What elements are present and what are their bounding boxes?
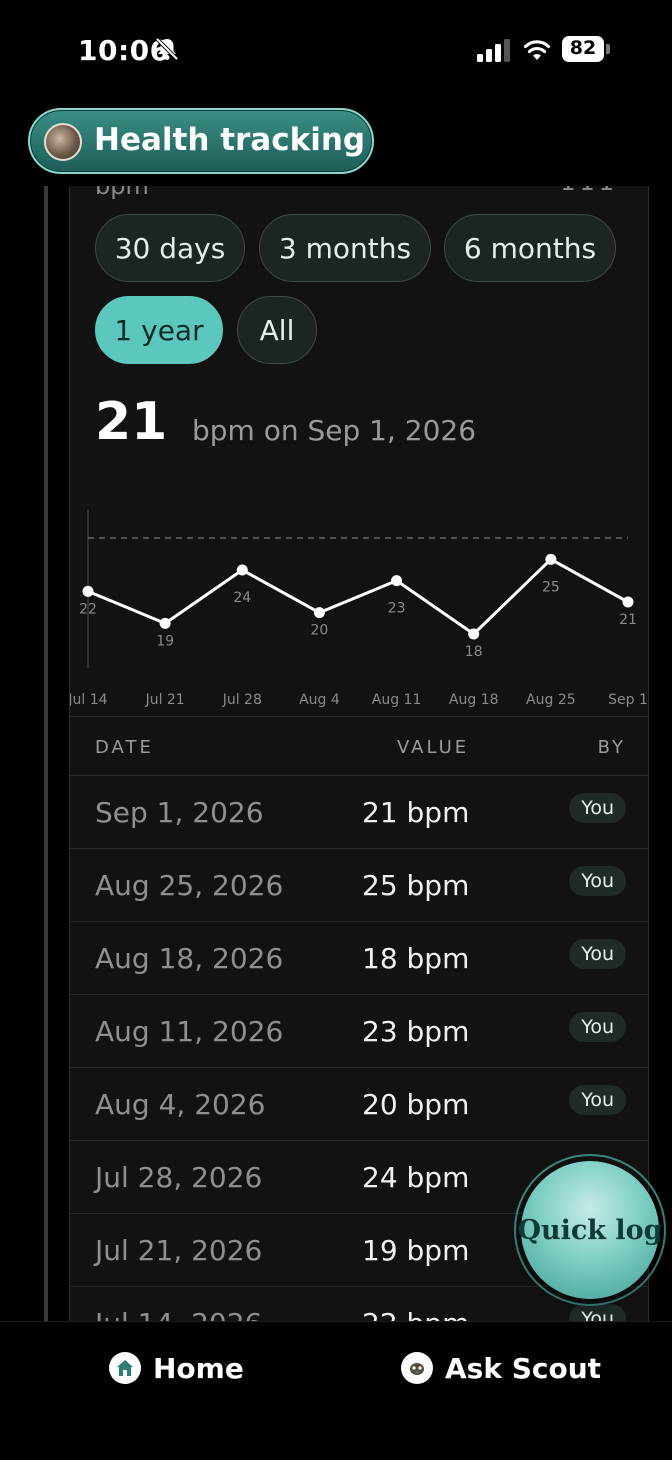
row-value: 23 bpm [362, 1015, 470, 1048]
quick-log-label: Quick log [517, 1214, 663, 1246]
data-point [468, 628, 480, 640]
bell-muted-icon [155, 37, 179, 61]
data-label: 23 [388, 601, 406, 617]
row-value: 18 bpm [362, 942, 470, 975]
table-row[interactable]: Aug 11, 2026 23 bpm You [70, 995, 648, 1068]
row-value: 19 bpm [362, 1234, 470, 1267]
wifi-icon [523, 40, 551, 60]
row-value: 21 bpm [362, 796, 470, 829]
data-point [159, 617, 171, 629]
range-label: 30 days [114, 231, 226, 265]
row-by-badge: You [569, 1012, 626, 1042]
battery-level: 82 [569, 37, 597, 59]
range-label: All [259, 313, 295, 347]
header-by: BY [597, 737, 626, 758]
range-all-button[interactable]: All [237, 296, 317, 364]
data-label: 24 [233, 590, 251, 606]
data-label: 20 [311, 623, 329, 639]
row-by-badge: You [569, 939, 626, 969]
x-tick-label: Jul 28 [222, 692, 262, 708]
quick-log-button[interactable]: Quick log [517, 1161, 663, 1299]
clipped-unit-label: bpm [95, 186, 149, 200]
clipped-value: 111 [560, 186, 618, 196]
range-3-months-button[interactable]: 3 months [259, 214, 431, 282]
x-tick-label: Aug 4 [299, 692, 340, 708]
row-by-badge: You [569, 793, 626, 823]
x-tick-label: Jul 21 [145, 692, 185, 708]
status-bar: 10:06 82 [0, 0, 672, 100]
header-date: DATE [95, 737, 154, 758]
row-date: Jul 14, 2026 [95, 1307, 262, 1321]
row-value: 25 bpm [362, 869, 470, 902]
nav-ask-scout[interactable]: Ask Scout [401, 1348, 601, 1388]
metric-card: bpm 111 30 days 3 months 6 months 1 year… [69, 186, 649, 1321]
pet-avatar [44, 123, 82, 161]
trend-chart: 22 19 24 20 23 18 25 21 Jul 14 Jul 21 Jul 28 Aug 4 A… [70, 510, 648, 708]
data-point [236, 564, 248, 576]
data-point [622, 596, 634, 608]
table-row[interactable]: Aug 4, 2026 20 bpm You [70, 1068, 648, 1141]
x-tick-label: Aug 18 [449, 692, 499, 708]
scroll-frame-line [44, 186, 48, 1321]
row-by-badge: You [569, 866, 626, 896]
row-value: 22 bpm [362, 1307, 469, 1321]
row-date: Aug 4, 2026 [95, 1088, 266, 1121]
signal-icon [477, 39, 510, 62]
data-point [391, 575, 403, 587]
range-label: 6 months [463, 231, 597, 265]
range-30-days-button[interactable]: 30 days [95, 214, 245, 282]
row-date: Aug 25, 2026 [95, 869, 284, 902]
page-title: Health tracking [94, 122, 366, 158]
current-value: 21 [95, 392, 168, 452]
x-tick-label: Aug 11 [372, 692, 422, 708]
table-row[interactable]: Aug 18, 2026 18 bpm You [70, 922, 648, 995]
row-date: Sep 1, 2026 [95, 796, 264, 829]
range-6-months-button[interactable]: 6 months [444, 214, 616, 282]
row-date: Aug 11, 2026 [95, 1015, 284, 1048]
scout-icon [401, 1352, 433, 1384]
current-value-description: bpm on Sep 1, 2026 [192, 414, 477, 447]
nav-home[interactable]: Home [109, 1348, 244, 1388]
table-row[interactable]: Aug 25, 2026 25 bpm You [70, 849, 648, 922]
home-icon [109, 1352, 141, 1384]
header-value: VALUE [397, 737, 470, 758]
row-by-badge: You [569, 1304, 626, 1321]
row-date: Jul 28, 2026 [95, 1161, 263, 1194]
data-label: 22 [79, 601, 97, 617]
row-value: 24 bpm [362, 1161, 470, 1194]
range-label: 3 months [278, 231, 412, 265]
data-label: 18 [465, 644, 483, 660]
data-label: 25 [542, 579, 560, 595]
row-date: Aug 18, 2026 [95, 942, 284, 975]
nav-home-label: Home [153, 1351, 244, 1385]
data-label: 19 [156, 633, 174, 649]
x-tick-label: Jul 14 [70, 692, 108, 708]
x-tick-label: Aug 25 [526, 692, 576, 708]
data-point [545, 553, 557, 565]
health-tracking-header[interactable]: Health tracking [28, 108, 374, 174]
row-value: 20 bpm [362, 1088, 470, 1121]
battery-indicator: 82 [562, 36, 610, 62]
row-date: Jul 21, 2026 [95, 1234, 263, 1267]
range-label: 1 year [114, 313, 204, 347]
data-label: 21 [619, 612, 637, 628]
nav-ask-scout-label: Ask Scout [445, 1351, 602, 1385]
x-tick-label: Sep 1 [608, 692, 648, 708]
table-header: DATE VALUE BY [70, 716, 648, 776]
data-point [82, 585, 94, 597]
table-row[interactable]: Sep 1, 2026 21 bpm You [70, 776, 648, 849]
bottom-nav: Home Ask Scout [0, 1321, 672, 1460]
range-1-year-button[interactable]: 1 year [95, 296, 223, 364]
row-by-badge: You [569, 1085, 626, 1115]
data-point [313, 607, 325, 619]
